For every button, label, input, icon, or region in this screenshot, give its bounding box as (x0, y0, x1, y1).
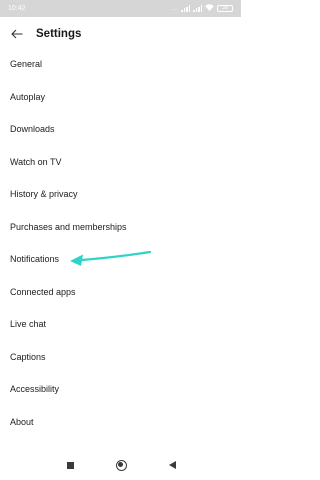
settings-item-accessibility[interactable]: Accessibility (0, 373, 241, 406)
settings-item-downloads[interactable]: Downloads (0, 113, 241, 146)
signal-2-icon (193, 5, 202, 12)
settings-item-live-chat[interactable]: Live chat (0, 308, 241, 341)
back-arrow-icon (11, 29, 23, 38)
settings-item-notifications[interactable]: Notifications (0, 243, 241, 276)
android-nav-bar (0, 450, 241, 480)
settings-item-captions[interactable]: Captions (0, 341, 241, 374)
page-title: Settings (36, 27, 82, 40)
settings-item-label: Accessibility (10, 384, 60, 395)
settings-item-about[interactable]: About (0, 406, 241, 439)
status-time: 10:42 (8, 5, 26, 12)
settings-item-label: History & privacy (10, 189, 78, 200)
back-triangle-icon (168, 461, 176, 469)
back-button[interactable] (0, 17, 34, 50)
settings-item-connected-apps[interactable]: Connected apps (0, 276, 241, 309)
settings-item-label: Watch on TV (10, 156, 62, 167)
home-button[interactable] (106, 450, 136, 480)
settings-item-autoplay[interactable]: Autoplay (0, 81, 241, 114)
back-nav-button[interactable] (157, 450, 187, 480)
recents-button[interactable] (55, 450, 85, 480)
settings-item-label: Live chat (10, 319, 47, 330)
settings-item-general[interactable]: General (0, 48, 241, 81)
app-header: Settings (0, 17, 241, 50)
settings-item-label: Downloads (10, 124, 55, 135)
settings-item-label: Autoplay (10, 91, 46, 102)
settings-item-label: General (10, 59, 43, 70)
dots-icon: ... (172, 5, 178, 12)
settings-item-purchases[interactable]: Purchases and memberships (0, 211, 241, 244)
status-icons: ... 38 (172, 4, 233, 13)
wifi-icon (205, 4, 214, 13)
settings-item-label: About (10, 416, 34, 427)
settings-list: General Autoplay Downloads Watch on TV H… (0, 48, 241, 438)
settings-item-label: Purchases and memberships (10, 221, 127, 232)
settings-item-label: Notifications (10, 254, 60, 265)
home-circle-icon (115, 459, 127, 471)
settings-item-watch-on-tv[interactable]: Watch on TV (0, 146, 241, 179)
signal-1-icon (181, 5, 190, 12)
battery-icon: 38 (217, 5, 233, 12)
recents-square-icon (66, 461, 74, 469)
settings-item-label: Connected apps (10, 286, 76, 297)
status-bar: 10:42 ... 38 (0, 0, 241, 17)
settings-item-label: Captions (10, 351, 46, 362)
settings-item-history-privacy[interactable]: History & privacy (0, 178, 241, 211)
